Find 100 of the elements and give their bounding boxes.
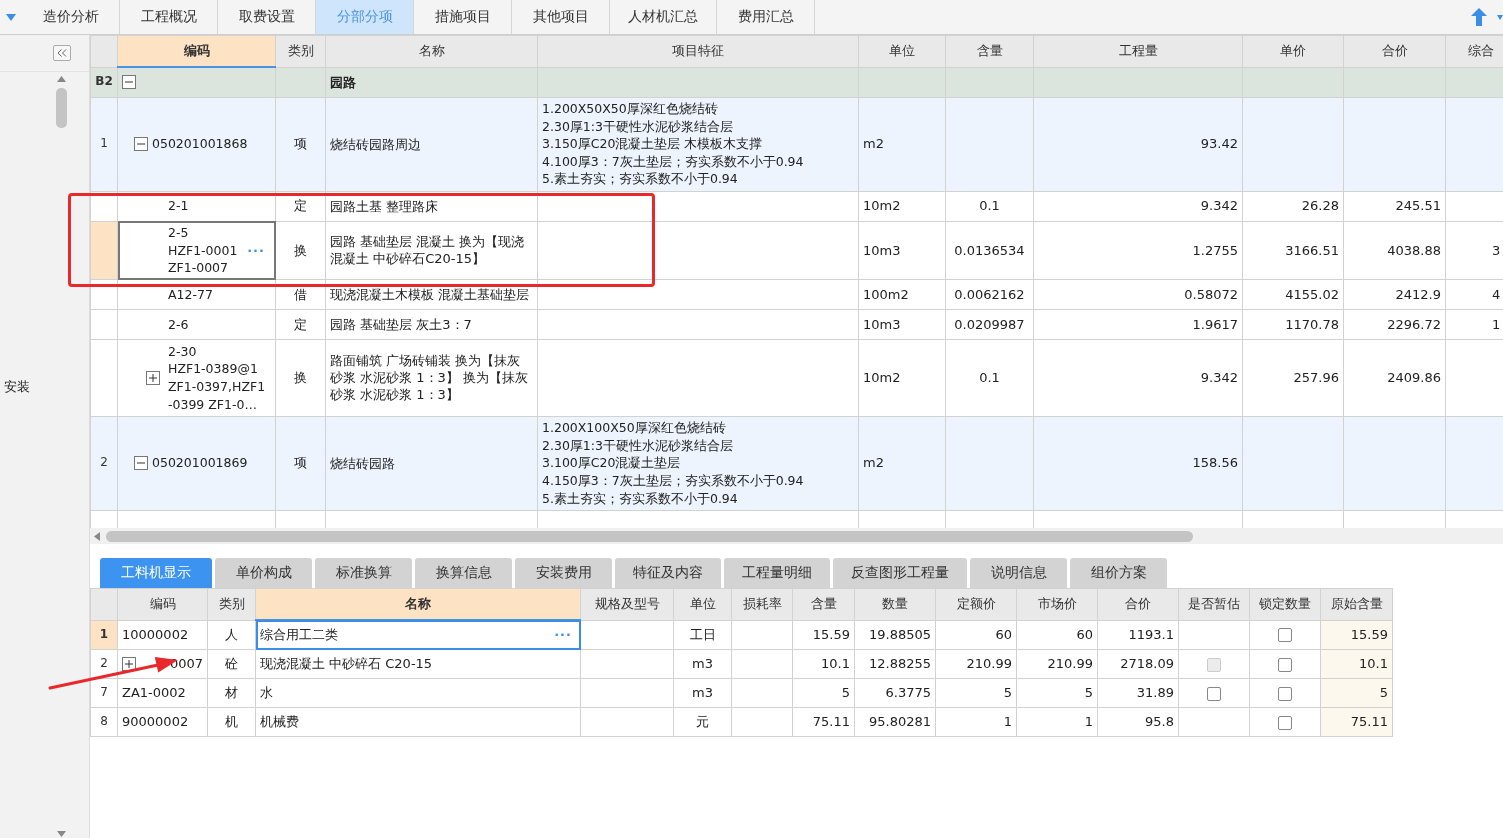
item-code: 2-5 HZF1-0001 ZF1-0007 <box>168 224 238 277</box>
table-cell: 现浇混凝土 中砂碎石 C20-15 <box>255 649 581 679</box>
tab[interactable]: 换算信息 <box>415 558 512 588</box>
table-cell: 1 <box>1016 707 1098 737</box>
collapse-toggle[interactable] <box>134 137 148 151</box>
item-code: 050201001868 <box>152 135 248 153</box>
caret-icon[interactable] <box>1497 14 1503 20</box>
column-header[interactable]: 编码 <box>117 588 208 620</box>
tab[interactable]: 安装费用 <box>515 558 612 588</box>
tab[interactable]: 反查图形工程量 <box>833 558 967 588</box>
scroll-down-icon[interactable] <box>57 831 66 837</box>
table-cell: 26.28 <box>1242 191 1344 221</box>
expand-toggle[interactable] <box>122 657 136 671</box>
table-cell: 1.200X50X50厚深红色烧结砖 2.30厚1:3干硬性水泥砂浆结合层 3.150厚C20混凝土垫层 木模板木支撑 4.100厚3：7灰土垫层；夯实系数不小于0.94 5.素土夯实；夯实系数不小于0.94 <box>537 97 859 191</box>
table-cell: 园路 <box>325 67 538 97</box>
table-cell: 2409.86 <box>1343 339 1446 417</box>
table-cell: 1193.1 <box>1097 620 1179 650</box>
scroll-up-icon[interactable] <box>57 76 66 82</box>
column-header[interactable]: 合价 <box>1343 35 1446 67</box>
tab[interactable]: 标准换算 <box>315 558 412 588</box>
tab[interactable]: 说明信息 <box>970 558 1067 588</box>
checkbox[interactable] <box>1278 657 1292 672</box>
column-header[interactable]: 名称 <box>255 588 581 620</box>
column-header[interactable]: 锁定数量 <box>1249 588 1321 620</box>
column-header[interactable]: 名称 <box>325 35 538 67</box>
column-header[interactable]: 项目特征 <box>537 35 859 67</box>
table-cell: 10.1 <box>792 649 855 679</box>
table-cell: 0.0062162 <box>945 279 1034 310</box>
dropdown-icon[interactable] <box>6 13 16 21</box>
collapse-button[interactable] <box>53 45 71 61</box>
tab[interactable]: 工程量明细 <box>724 558 830 588</box>
table-cell: 210.99 <box>1016 649 1098 679</box>
tab[interactable]: 单价构成 <box>215 558 312 588</box>
row-number[interactable]: 1 <box>90 97 118 191</box>
column-header[interactable]: 工程量 <box>1033 35 1243 67</box>
checkbox[interactable] <box>1278 628 1292 643</box>
table-cell: 工日 <box>673 620 732 650</box>
table-cell: 9.342 <box>1033 339 1243 417</box>
table-cell: 4155.02 <box>1242 279 1344 310</box>
table-cell: 245.51 <box>1343 191 1446 221</box>
expand-toggle[interactable] <box>146 371 160 385</box>
column-header[interactable]: 类别 <box>207 588 256 620</box>
column-header[interactable]: 定额价 <box>935 588 1017 620</box>
column-header[interactable]: 含量 <box>945 35 1034 67</box>
collapse-toggle[interactable] <box>122 75 136 90</box>
checkbox[interactable] <box>1207 686 1221 701</box>
column-header[interactable]: 类别 <box>275 35 326 67</box>
table-cell: 60 <box>935 620 1017 650</box>
column-header[interactable]: 综合 <box>1445 35 1503 67</box>
table-cell: 3 <box>1445 221 1503 280</box>
column-header[interactable]: 损耗率 <box>731 588 793 620</box>
up-arrow-icon[interactable] <box>1471 8 1487 26</box>
column-header[interactable]: 市场价 <box>1016 588 1098 620</box>
column-header[interactable]: 含量 <box>792 588 855 620</box>
row-number[interactable]: 2 <box>90 416 118 511</box>
column-header[interactable]: 单价 <box>1242 35 1344 67</box>
table-cell: 95.80281 <box>854 707 936 737</box>
item-code: A12-77 <box>168 286 213 304</box>
scrollbar-thumb[interactable] <box>56 88 67 128</box>
table-cell: m3 <box>673 649 732 679</box>
table-cell: 2296.72 <box>1343 309 1446 340</box>
item-code: 2-1 <box>168 197 189 215</box>
table-cell: 3166.51 <box>1242 221 1344 280</box>
table-cell: ZA1-0002 <box>117 678 208 708</box>
table-cell: 项 <box>275 97 326 191</box>
table-cell: 10m3 <box>858 221 946 280</box>
table-cell: 15.59 <box>1320 620 1393 650</box>
tab[interactable]: 组价方案 <box>1070 558 1167 588</box>
checkbox[interactable] <box>1278 715 1292 730</box>
column-header[interactable]: 编码 <box>117 35 276 67</box>
scroll-left-icon[interactable] <box>94 531 100 541</box>
scrollbar-thumb[interactable] <box>106 530 1193 542</box>
item-code: 2-6 <box>168 316 189 334</box>
column-header[interactable]: 单位 <box>673 588 732 620</box>
column-header[interactable]: 合价 <box>1097 588 1179 620</box>
table-cell: 19.88505 <box>854 620 936 650</box>
row-number[interactable]: 2 <box>90 649 118 679</box>
table-cell: 5 <box>1016 678 1098 708</box>
row-number[interactable]: 1 <box>90 620 118 650</box>
table-cell: 材 <box>207 678 256 708</box>
tab[interactable]: 特征及内容 <box>615 558 721 588</box>
column-header[interactable]: 是否暂估 <box>1178 588 1250 620</box>
table-cell: 4 <box>1445 279 1503 310</box>
column-header[interactable]: 原始含量 <box>1320 588 1393 620</box>
row-number[interactable]: 8 <box>90 707 118 737</box>
column-header[interactable]: 数量 <box>854 588 936 620</box>
table-cell: 机械费 <box>255 707 581 737</box>
table-cell: 0.1 <box>945 191 1034 221</box>
row-number[interactable]: B2 <box>90 67 118 97</box>
table-cell: m2 <box>858 416 946 511</box>
table-cell: 15.59 <box>792 620 855 650</box>
collapse-toggle[interactable] <box>134 456 148 471</box>
table-cell: 园路 基础垫层 混凝土 换为【现浇混凝土 中砂碎石C20-15】 <box>325 221 538 280</box>
row-number[interactable]: 7 <box>90 678 118 708</box>
column-header[interactable]: 单位 <box>858 35 946 67</box>
column-header[interactable]: 规格及型号 <box>580 588 674 620</box>
table-cell: 90000002 <box>117 707 208 737</box>
table-cell: 158.56 <box>1033 416 1243 511</box>
checkbox[interactable] <box>1278 686 1292 701</box>
table-cell: 10000002 <box>117 620 208 650</box>
